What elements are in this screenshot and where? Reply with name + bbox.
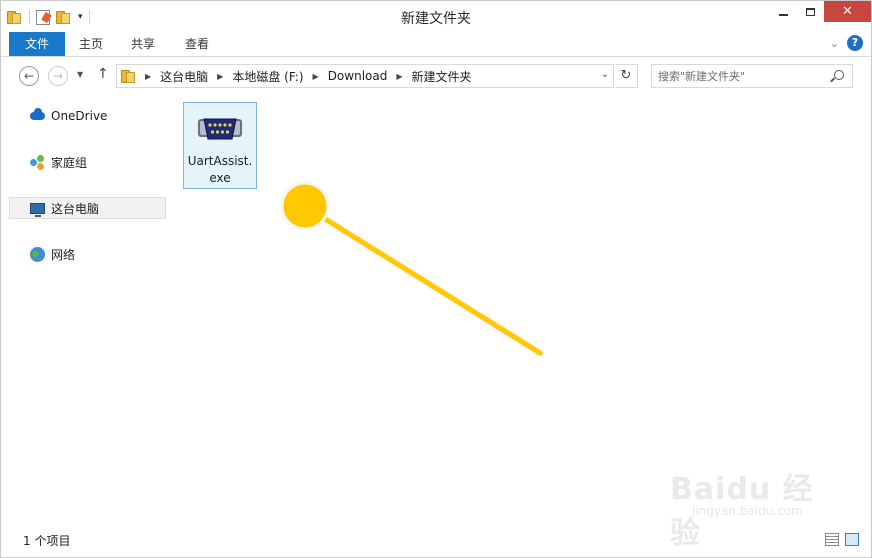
breadcrumb-item[interactable]: 新建文件夹 bbox=[412, 68, 472, 85]
forward-button[interactable]: → bbox=[48, 66, 68, 86]
network-icon bbox=[29, 246, 45, 262]
ribbon-controls: ⌄ ? bbox=[830, 35, 863, 51]
window-controls: ✕ bbox=[770, 1, 871, 22]
refresh-button[interactable]: ↻ bbox=[615, 64, 638, 88]
baidu-watermark: Baidu 经验 jingyan.baidu.com bbox=[660, 458, 840, 551]
breadcrumb-chevron-icon[interactable]: ▶ bbox=[145, 72, 151, 81]
sidebar-item-label: 这台电脑 bbox=[51, 201, 100, 216]
recent-locations-chevron-icon[interactable]: ▼ bbox=[77, 70, 83, 79]
sidebar-item-homegroup[interactable]: 家庭组 bbox=[9, 151, 166, 173]
tab-share[interactable]: 共享 bbox=[123, 32, 163, 56]
navigation-bar: ← → ▼ ↑ ▶ 这台电脑 ▶ 本地磁盘 (F:) ▶ Download ▶ … bbox=[1, 58, 871, 94]
address-history-chevron-icon[interactable]: ⌄ bbox=[601, 69, 609, 80]
search-box[interactable] bbox=[651, 64, 853, 88]
sidebar-item-label: 网络 bbox=[51, 247, 76, 262]
onedrive-icon bbox=[29, 108, 45, 124]
back-button[interactable]: ← bbox=[19, 66, 39, 86]
navigation-pane: OneDrive 家庭组 这台电脑 网络 bbox=[9, 98, 167, 518]
forward-arrow-icon: → bbox=[52, 69, 64, 83]
file-item[interactable]: UartAssist. exe bbox=[183, 102, 257, 189]
folder-icon bbox=[121, 69, 137, 83]
sidebar-item-label: OneDrive bbox=[51, 109, 108, 123]
serial-port-icon bbox=[198, 118, 242, 140]
breadcrumb-chevron-icon[interactable]: ▶ bbox=[217, 72, 223, 81]
file-name: UartAssist. exe bbox=[184, 153, 256, 187]
breadcrumb-chevron-icon[interactable]: ▶ bbox=[396, 72, 402, 81]
help-icon[interactable]: ? bbox=[847, 35, 863, 51]
file-name-line: UartAssist. bbox=[187, 154, 253, 168]
file-name-line: exe bbox=[209, 171, 231, 185]
sidebar-item-this-pc[interactable]: 这台电脑 bbox=[9, 197, 166, 219]
breadcrumb-item[interactable]: 这台电脑 bbox=[160, 68, 208, 85]
sidebar-item-network[interactable]: 网络 bbox=[9, 243, 166, 265]
homegroup-icon bbox=[29, 154, 45, 170]
window-title: 新建文件夹 bbox=[401, 11, 471, 27]
breadcrumb-item[interactable]: Download bbox=[328, 69, 388, 83]
search-icon[interactable] bbox=[834, 70, 844, 80]
refresh-icon: ↻ bbox=[620, 68, 632, 83]
back-arrow-icon: ← bbox=[23, 69, 35, 83]
up-arrow-icon[interactable]: ↑ bbox=[97, 66, 109, 82]
item-count: 1 个项目 bbox=[23, 534, 71, 548]
close-icon: ✕ bbox=[842, 4, 853, 19]
sidebar-item-label: 家庭组 bbox=[51, 155, 88, 170]
minimize-button[interactable] bbox=[770, 1, 797, 22]
breadcrumb-item[interactable]: 本地磁盘 (F:) bbox=[232, 68, 303, 85]
title-bar: ▾ 新建文件夹 ✕ bbox=[1, 1, 871, 32]
expand-ribbon-chevron-icon[interactable]: ⌄ bbox=[830, 37, 839, 50]
computer-icon bbox=[29, 200, 45, 217]
close-button[interactable]: ✕ bbox=[824, 1, 871, 22]
maximize-icon bbox=[806, 7, 815, 16]
tab-file[interactable]: 文件 bbox=[9, 32, 65, 56]
sidebar-item-onedrive[interactable]: OneDrive bbox=[9, 105, 166, 127]
minimize-icon bbox=[779, 13, 788, 16]
tab-view[interactable]: 查看 bbox=[177, 32, 217, 56]
large-icons-view-icon[interactable] bbox=[845, 533, 859, 546]
tab-home[interactable]: 主页 bbox=[71, 32, 111, 56]
search-input[interactable] bbox=[658, 67, 828, 85]
watermark-url: jingyan.baidu.com bbox=[692, 504, 803, 518]
maximize-button[interactable] bbox=[797, 1, 824, 22]
breadcrumb-chevron-icon[interactable]: ▶ bbox=[313, 72, 319, 81]
address-bar[interactable]: ▶ 这台电脑 ▶ 本地磁盘 (F:) ▶ Download ▶ 新建文件夹 ⌄ bbox=[116, 64, 614, 88]
ribbon: 文件 主页 共享 查看 ⌄ ? bbox=[1, 32, 871, 57]
breadcrumb: ▶ 这台电脑 ▶ 本地磁盘 (F:) ▶ Download ▶ 新建文件夹 bbox=[145, 65, 472, 87]
